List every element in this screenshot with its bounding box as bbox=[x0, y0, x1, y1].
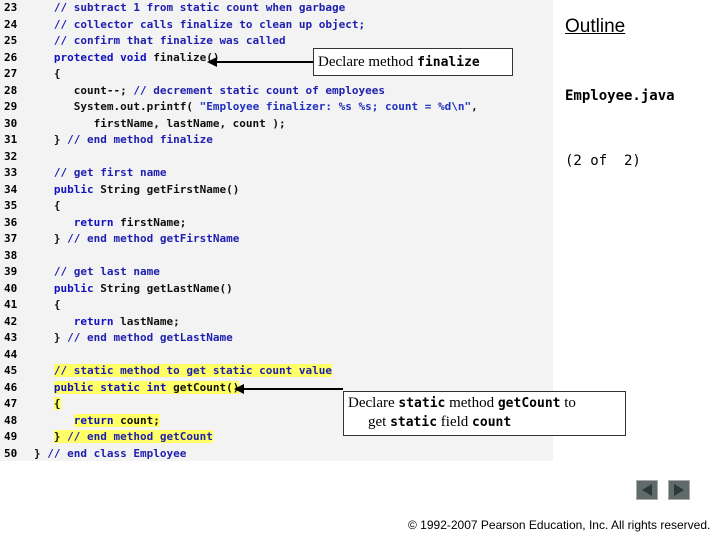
callout-arrows bbox=[207, 57, 343, 394]
callout-arrow-getcount-head bbox=[234, 384, 244, 394]
callout-getcount-code: static bbox=[390, 415, 438, 430]
callout-finalize: Declare method finalize bbox=[313, 48, 513, 76]
callout-getcount-line2: get static field count bbox=[348, 413, 621, 432]
callout-getcount-text: field bbox=[437, 414, 473, 430]
callout-getcount-text: to bbox=[560, 395, 576, 411]
callout-finalize-code: finalize bbox=[417, 55, 480, 70]
callout-getcount-code: static bbox=[398, 396, 446, 411]
next-slide-button[interactable] bbox=[668, 480, 690, 500]
triangle-left-icon bbox=[642, 484, 652, 496]
callout-getcount-code: getCount bbox=[497, 396, 561, 411]
callout-getcount-text: Declare bbox=[348, 395, 399, 411]
copyright-notice: © 1992-2007 Pearson Education, Inc. All … bbox=[408, 518, 711, 532]
callout-getcount-text: get bbox=[368, 414, 391, 430]
callout-getcount-text: method bbox=[445, 395, 498, 411]
callout-finalize-text: Declare method bbox=[318, 54, 418, 70]
callout-arrow-finalize-head bbox=[207, 57, 217, 67]
callout-getcount-code: count bbox=[472, 415, 512, 430]
callout-getcount-line1: Declare static method getCount to bbox=[348, 394, 621, 413]
previous-slide-button[interactable] bbox=[636, 480, 658, 500]
callout-getcount: Declare static method getCount to get st… bbox=[343, 391, 626, 436]
triangle-right-icon bbox=[674, 484, 684, 496]
